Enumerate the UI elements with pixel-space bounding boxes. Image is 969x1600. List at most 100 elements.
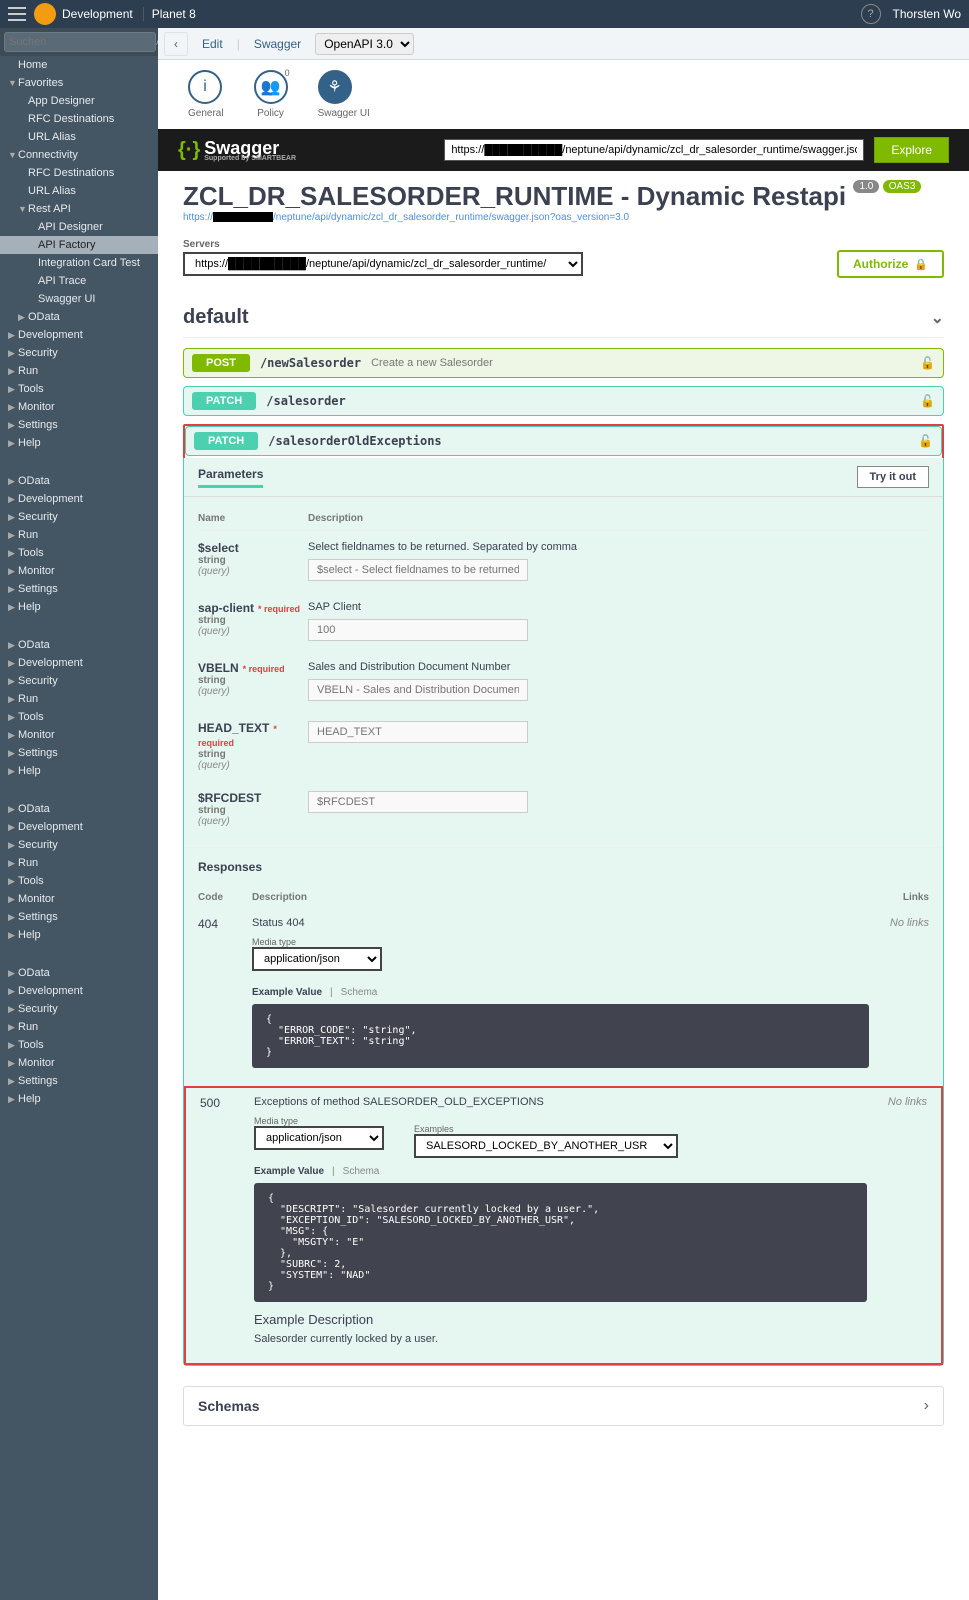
avatar[interactable] (34, 3, 56, 25)
sidebar-item[interactable]: API Trace (0, 272, 158, 290)
help-icon[interactable]: ? (861, 4, 881, 24)
try-it-out-button[interactable]: Try it out (857, 466, 929, 488)
sidebar-item[interactable]: URL Alias (0, 182, 158, 200)
endpoint-path: /salesorderOldExceptions (268, 434, 441, 448)
sidebar-item[interactable]: ▶Security (0, 1000, 158, 1018)
examples-select[interactable]: SALESORD_LOCKED_BY_ANOTHER_USR (414, 1134, 678, 1158)
sidebar-item[interactable]: ▶Tools (0, 380, 158, 398)
sidebar-item[interactable]: ▶Monitor (0, 1054, 158, 1072)
method-badge: PATCH (194, 432, 258, 450)
sidebar-item[interactable]: ▶OData (0, 636, 158, 654)
sidebar-item[interactable]: ▶Run (0, 1018, 158, 1036)
policy-label: Policy (254, 108, 288, 119)
sidebar-item[interactable]: ▶Run (0, 362, 158, 380)
servers-select[interactable]: https://██████████/neptune/api/dynamic/z… (183, 252, 583, 276)
schema-tab[interactable]: Schema (343, 1166, 380, 1177)
sidebar-item[interactable]: ▶Development (0, 818, 158, 836)
authorize-button[interactable]: Authorize 🔒 (837, 250, 944, 278)
sidebar-item[interactable]: ▶Run (0, 690, 158, 708)
sidebar-item[interactable]: ▼Connectivity (0, 146, 158, 164)
sidebar-item[interactable]: ▶Tools (0, 708, 158, 726)
endpoint[interactable]: PATCH/salesorder🔓 (183, 386, 944, 416)
api-spec-link[interactable]: https:///neptune/api/dynamic/zcl_dr_sale… (183, 212, 944, 223)
sidebar-item[interactable]: API Factory (0, 236, 158, 254)
sidebar-item[interactable]: ▶Monitor (0, 398, 158, 416)
media-type-select[interactable]: application/json (252, 947, 382, 971)
endpoint[interactable]: PATCH/salesorderOldExceptions🔓 (185, 426, 942, 456)
method-badge: POST (192, 354, 250, 372)
openapi-select[interactable]: OpenAPI 3.0 (315, 33, 414, 55)
sidebar-item[interactable]: RFC Destinations (0, 110, 158, 128)
sidebar-item[interactable]: ▶Security (0, 672, 158, 690)
sidebar-item[interactable]: ▶Tools (0, 1036, 158, 1054)
section-default[interactable]: default ⌄ (183, 298, 944, 338)
sidebar-item[interactable]: ▶Help (0, 598, 158, 616)
sidebar-item[interactable]: ▼Rest API (0, 200, 158, 218)
sidebar-item[interactable]: ▶Settings (0, 580, 158, 598)
sidebar-item[interactable]: App Designer (0, 92, 158, 110)
param-input[interactable] (308, 619, 528, 641)
general-icon[interactable]: i (188, 70, 222, 104)
chevron-right-icon: › (924, 1397, 929, 1415)
sidebar-item[interactable]: ▶Development (0, 326, 158, 344)
sidebar-item[interactable]: ▶Help (0, 434, 158, 452)
api-title: ZCL_DR_SALESORDER_RUNTIME - Dynamic Rest… (183, 181, 846, 211)
sidebar-item[interactable]: ▶OData (0, 800, 158, 818)
param-input[interactable] (308, 559, 528, 581)
sidebar-item[interactable]: ▶Settings (0, 744, 158, 762)
schema-tab[interactable]: Schema (341, 987, 378, 998)
param-input[interactable] (308, 679, 528, 701)
sidebar-item[interactable]: ▶OData (0, 308, 158, 326)
swagger-url-input[interactable] (444, 139, 864, 161)
sidebar-item[interactable]: ▶Security (0, 508, 158, 526)
responses-title: Responses (184, 847, 943, 886)
sidebar-item[interactable]: URL Alias (0, 128, 158, 146)
param-input[interactable] (308, 721, 528, 743)
sidebar-item[interactable]: ▶Development (0, 982, 158, 1000)
sidebar-item[interactable]: Swagger UI (0, 290, 158, 308)
endpoint[interactable]: POST/newSalesorderCreate a new Salesorde… (183, 348, 944, 378)
sidebar-item[interactable]: Home (0, 56, 158, 74)
policy-icon[interactable]: 👥0 (254, 70, 288, 104)
sidebar-item[interactable]: ▶OData (0, 964, 158, 982)
sidebar-item[interactable]: ▶Settings (0, 908, 158, 926)
toolbar-edit[interactable]: Edit (194, 33, 231, 55)
swagger-ui-icon[interactable]: ⚘ (318, 70, 352, 104)
explore-button[interactable]: Explore (874, 137, 949, 163)
swagger-bar: {·} Swagger Supported by SMARTBEAR Explo… (158, 129, 969, 171)
sidebar-item[interactable]: ▶Help (0, 926, 158, 944)
media-type-select[interactable]: application/json (254, 1126, 384, 1150)
sidebar-item[interactable]: ▶Settings (0, 416, 158, 434)
sidebar-item[interactable]: ▶Security (0, 836, 158, 854)
sidebar-item[interactable]: ▶Monitor (0, 726, 158, 744)
sidebar-item[interactable]: ▼Favorites (0, 74, 158, 92)
environment-label: Development (62, 7, 144, 21)
hamburger-icon[interactable] (8, 5, 26, 23)
sidebar-item[interactable]: ▶Help (0, 1090, 158, 1108)
sidebar-item[interactable]: ▶Help (0, 762, 158, 780)
sidebar-item[interactable]: ▶Security (0, 344, 158, 362)
example-value-tab[interactable]: Example Value (252, 987, 322, 998)
sidebar-item[interactable]: ▶Monitor (0, 890, 158, 908)
schemas-section[interactable]: Schemas › (183, 1386, 944, 1426)
response-code-block: { "DESCRIPT": "Salesorder currently lock… (254, 1183, 867, 1302)
sidebar-item[interactable]: ▶Monitor (0, 562, 158, 580)
sidebar-item[interactable]: ▶Settings (0, 1072, 158, 1090)
sidebar-item[interactable]: Integration Card Test (0, 254, 158, 272)
sidebar-search-input[interactable] (4, 32, 156, 52)
sidebar-item[interactable]: ▶Tools (0, 872, 158, 890)
sidebar-item[interactable]: ▶Tools (0, 544, 158, 562)
sidebar-item[interactable]: RFC Destinations (0, 164, 158, 182)
back-button[interactable]: ‹ (164, 32, 188, 56)
toolbar-swagger[interactable]: Swagger (246, 33, 309, 55)
sidebar-item[interactable]: ▶Run (0, 526, 158, 544)
sidebar-item[interactable]: API Designer (0, 218, 158, 236)
response-code-block: { "ERROR_CODE": "string", "ERROR_TEXT": … (252, 1004, 869, 1068)
sidebar-item[interactable]: ▶Development (0, 654, 158, 672)
example-value-tab[interactable]: Example Value (254, 1166, 324, 1177)
sidebar-item[interactable]: ▶Run (0, 854, 158, 872)
sidebar-item[interactable]: ▶Development (0, 490, 158, 508)
lock-icon: 🔒 (914, 258, 928, 271)
sidebar-item[interactable]: ▶OData (0, 472, 158, 490)
param-input[interactable] (308, 791, 528, 813)
